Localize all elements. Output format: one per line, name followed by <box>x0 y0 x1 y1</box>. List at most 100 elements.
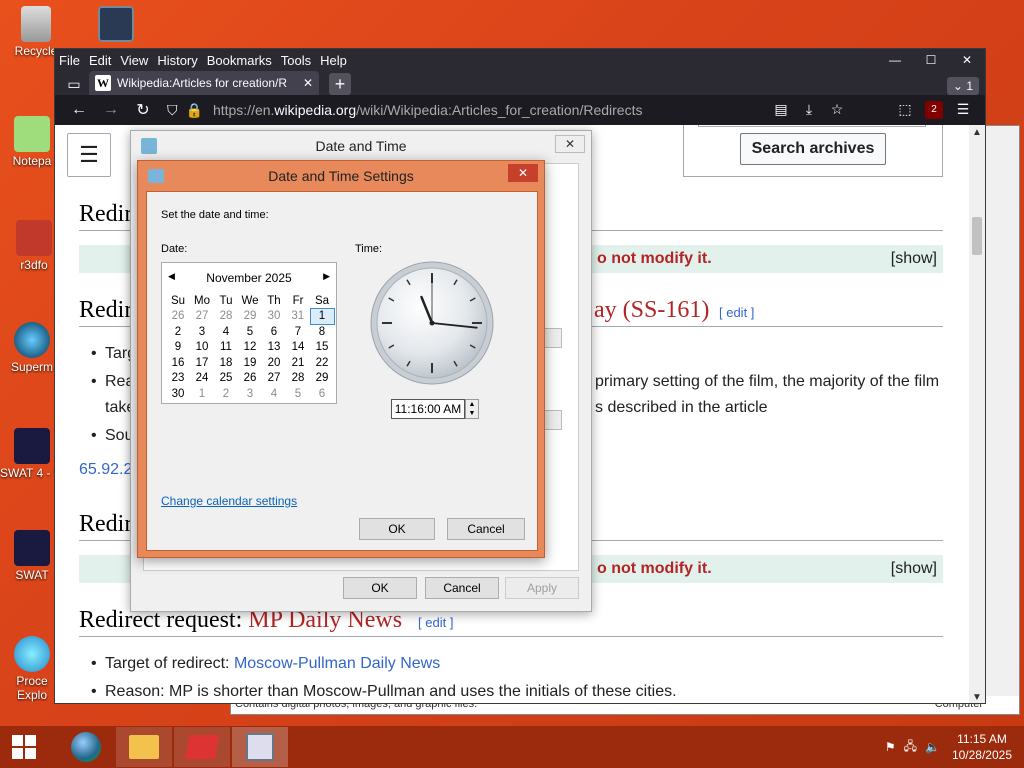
calendar-day[interactable]: 27 <box>190 309 214 325</box>
heading-link[interactable]: ay (SS-161) <box>594 297 709 324</box>
app-menu-icon[interactable]: ☰ <box>949 101 977 119</box>
start-button[interactable] <box>0 726 48 768</box>
calendar-day[interactable]: 26 <box>238 371 262 387</box>
close-icon[interactable]: ✕ <box>949 53 985 67</box>
shield-icon[interactable]: ⛉ <box>167 102 178 119</box>
apply-button[interactable]: Apply <box>505 577 579 599</box>
cancel-button[interactable]: Cancel <box>425 577 499 599</box>
calendar-day[interactable]: 1 <box>190 386 214 402</box>
calendar-day[interactable]: 3 <box>238 386 262 402</box>
calendar-day[interactable]: 26 <box>166 309 190 325</box>
calendar-day[interactable]: 4 <box>262 386 286 402</box>
reader-view-icon[interactable]: ▤ <box>767 101 795 119</box>
calendar-month[interactable]: November 2025 <box>162 271 336 285</box>
calendar-day[interactable]: 18 <box>214 355 238 371</box>
hidden-button-2[interactable] <box>544 410 562 430</box>
menu-bookmarks[interactable]: Bookmarks <box>207 53 272 68</box>
new-tab-button[interactable]: + <box>329 73 351 95</box>
calendar-day[interactable]: 15 <box>310 340 334 356</box>
archive-input-remnant[interactable] <box>698 125 926 127</box>
reload-icon[interactable]: ↻ <box>127 100 159 120</box>
tab-close-icon[interactable]: ✕ <box>303 76 313 90</box>
search-archives-button[interactable]: Search archives <box>740 133 886 165</box>
calendar-day[interactable]: 5 <box>286 386 310 402</box>
change-calendar-settings-link[interactable]: Change calendar settings <box>161 494 297 508</box>
calendar-day[interactable]: 5 <box>238 324 262 340</box>
time-input[interactable]: 11:16:00 AM <box>391 399 465 419</box>
maximize-icon[interactable]: ☐ <box>913 53 949 67</box>
menu-edit[interactable]: Edit <box>89 53 111 68</box>
calendar-day[interactable]: 24 <box>190 371 214 387</box>
calendar-day[interactable]: 30 <box>166 386 190 402</box>
main-menu-icon[interactable]: ☰ <box>67 133 111 177</box>
calendar-day[interactable]: 28 <box>214 309 238 325</box>
url-bar[interactable]: ⛉ 🔒 https://en. wikipedia.org/wiki/Wikipe… <box>167 98 677 122</box>
show-toggle[interactable]: [show] <box>891 560 937 578</box>
minimize-icon[interactable]: — <box>877 53 913 67</box>
calendar-day[interactable]: 2 <box>214 386 238 402</box>
forward-icon[interactable]: → <box>95 101 127 119</box>
next-month-icon[interactable]: ▶ <box>323 271 330 282</box>
calendar-day[interactable]: 9 <box>166 340 190 356</box>
calendar-day[interactable]: 8 <box>310 324 334 340</box>
time-spinner[interactable]: ▲ ▼ <box>465 399 479 419</box>
menu-help[interactable]: Help <box>320 53 347 68</box>
edit-link[interactable]: [ edit ] <box>418 615 453 630</box>
desktop-icon-gear-app[interactable] <box>84 6 148 44</box>
edit-link[interactable]: [ edit ] <box>719 305 754 320</box>
calendar-day[interactable]: 29 <box>238 309 262 325</box>
spin-up-icon[interactable]: ▲ <box>469 401 476 408</box>
calendar-day-selected[interactable]: 1 <box>309 308 335 325</box>
calendar-day[interactable]: 6 <box>262 324 286 340</box>
tab-list-button[interactable]: ⌄ 1 <box>946 77 979 95</box>
calendar-day[interactable]: 21 <box>286 355 310 371</box>
taskbar-browser[interactable] <box>58 727 114 767</box>
calendar-day[interactable]: 12 <box>238 340 262 356</box>
extensions-icon[interactable]: ⬚ <box>891 101 919 119</box>
taskbar-date-time[interactable] <box>232 727 288 767</box>
scroll-up-icon[interactable]: ▲ <box>969 127 985 138</box>
calendar-day[interactable]: 23 <box>166 371 190 387</box>
calendar-day[interactable]: 11 <box>214 340 238 356</box>
scroll-thumb[interactable] <box>972 217 982 255</box>
hidden-button-1[interactable] <box>544 328 562 348</box>
calendar-day[interactable]: 28 <box>286 371 310 387</box>
ok-button[interactable]: OK <box>343 577 417 599</box>
cancel-button[interactable]: Cancel <box>447 518 525 540</box>
back-icon[interactable]: ← <box>63 101 95 119</box>
calendar-day[interactable]: 31 <box>286 309 310 325</box>
ublock-icon[interactable]: 2 <box>925 101 943 119</box>
volume-icon[interactable]: 🔈 <box>925 740 940 754</box>
page-scrollbar[interactable]: ▲ ▼ <box>969 125 985 703</box>
close-button[interactable]: ✕ <box>508 164 538 182</box>
spin-down-icon[interactable]: ▼ <box>469 410 476 417</box>
calendar-day[interactable]: 7 <box>286 324 310 340</box>
menu-view[interactable]: View <box>120 53 148 68</box>
taskbar-r3dfox[interactable] <box>174 727 230 767</box>
bookmark-star-icon[interactable]: ☆ <box>823 101 851 119</box>
calendar-day[interactable]: 2 <box>166 324 190 340</box>
scroll-down-icon[interactable]: ▼ <box>969 692 985 703</box>
calendar-day[interactable]: 16 <box>166 355 190 371</box>
menu-tools[interactable]: Tools <box>281 53 311 68</box>
calendar-day[interactable]: 6 <box>310 386 334 402</box>
menu-history[interactable]: History <box>157 53 197 68</box>
taskbar-clock[interactable]: 11:15 AM 10/28/2025 <box>952 731 1012 763</box>
calendar-day[interactable]: 14 <box>286 340 310 356</box>
menu-file[interactable]: File <box>59 53 80 68</box>
calendar-day[interactable]: 30 <box>262 309 286 325</box>
flag-icon[interactable]: ⚑ <box>885 740 896 754</box>
user-ip-link[interactable]: 65.92.2 <box>79 461 132 479</box>
ok-button[interactable]: OK <box>359 518 435 540</box>
calendar-day[interactable]: 3 <box>190 324 214 340</box>
calendar-day[interactable]: 19 <box>238 355 262 371</box>
save-to-pocket-icon[interactable]: ⤓ <box>795 101 823 119</box>
calendar-day[interactable]: 20 <box>262 355 286 371</box>
network-icon[interactable]: 🖧 <box>904 737 917 758</box>
calendar-day[interactable]: 13 <box>262 340 286 356</box>
tab-wikipedia[interactable]: W Wikipedia:Articles for creation/R ✕ <box>89 71 319 95</box>
calendar-day[interactable]: 25 <box>214 371 238 387</box>
calendar-day[interactable]: 27 <box>262 371 286 387</box>
show-toggle[interactable]: [show] <box>891 250 937 268</box>
close-button[interactable]: ✕ <box>555 135 585 153</box>
